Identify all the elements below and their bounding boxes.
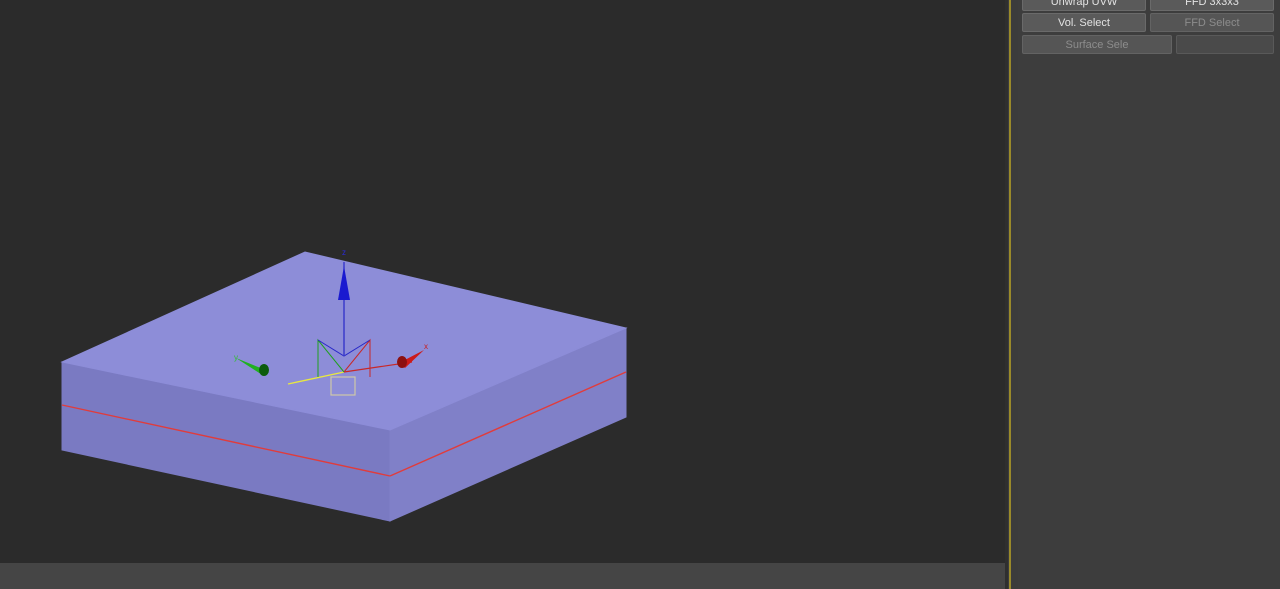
y-axis-label: y — [234, 353, 238, 362]
modifier-unwrap-uvw-button[interactable]: Unwrap UVW — [1022, 0, 1146, 11]
modifier-ffd-select-button[interactable]: FFD Select — [1150, 13, 1274, 32]
divider-highlight-line — [1009, 0, 1011, 589]
x-axis-arrow-base — [397, 356, 407, 368]
perspective-viewport[interactable]: z x y — [0, 0, 1005, 563]
panel-divider[interactable] — [1005, 0, 1018, 589]
divider-dark-strip — [1005, 0, 1008, 589]
3dsmax-window: z x y Unwrap UVW FFD 3x3x3 Vol. Select F… — [0, 0, 1280, 589]
modifier-button-row-1: Unwrap UVW FFD 3x3x3 — [1022, 0, 1274, 11]
command-panel: Unwrap UVW FFD 3x3x3 Vol. Select FFD Sel… — [1018, 0, 1280, 589]
modifier-ffd-3x3x3-button[interactable]: FFD 3x3x3 — [1150, 0, 1274, 11]
modifier-surface-select-button[interactable]: Surface Sele — [1022, 35, 1172, 54]
modifier-button-row-2: Vol. Select FFD Select — [1022, 13, 1274, 32]
modifier-vol-select-button[interactable]: Vol. Select — [1022, 13, 1146, 32]
x-axis-label: x — [424, 342, 428, 351]
viewport-scene: z x y — [60, 248, 628, 522]
modifier-empty-slot-button[interactable] — [1176, 35, 1274, 54]
y-axis-arrow-base — [259, 364, 269, 376]
modifier-button-row-3: Surface Sele — [1022, 35, 1274, 54]
z-axis-label: z — [342, 248, 346, 257]
viewport-bottom-band — [0, 563, 1005, 589]
